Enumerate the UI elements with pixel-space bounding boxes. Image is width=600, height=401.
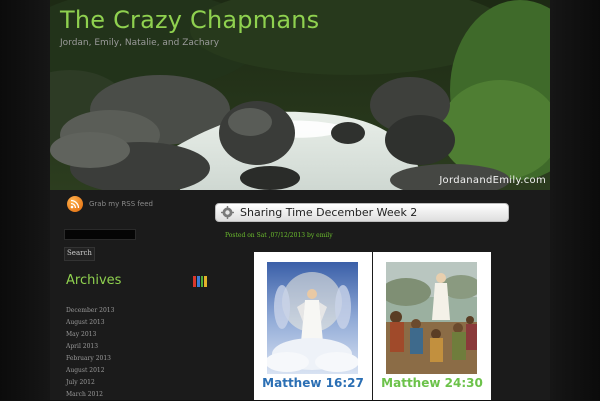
archive-link[interactable]: March 2012 (66, 389, 114, 401)
jesus-in-clouds-illustration (267, 262, 358, 374)
archive-link[interactable]: July 2012 (66, 377, 114, 389)
search-input[interactable] (64, 229, 136, 240)
post-date: Posted on Sat ,07/12/2013 by (225, 232, 315, 239)
post-title[interactable]: Sharing Time December Week 2 (240, 206, 417, 219)
search-button[interactable]: Search (64, 247, 95, 261)
archive-list: December 2013 August 2013 May 2013 April… (66, 305, 114, 401)
books-icon (193, 276, 207, 287)
scripture-card: Matthew 24:30 (373, 252, 491, 400)
post-gear-icon (221, 206, 234, 219)
photo-watermark: JordanandEmily.com (439, 175, 546, 186)
scripture-reference: Matthew 16:27 (262, 376, 364, 390)
jesus-with-crowd-illustration (386, 262, 477, 374)
scripture-card: Matthew 16:27 (254, 252, 372, 400)
rss-label: Grab my RSS feed (89, 200, 153, 208)
archive-link[interactable]: February 2013 (66, 353, 114, 365)
post-author-link[interactable]: emily (316, 232, 332, 239)
header-banner: The Crazy Chapmans Jordan, Emily, Natali… (50, 0, 550, 190)
page-margin-left (0, 0, 50, 400)
page-margin-right (550, 0, 600, 400)
post-title-bar: Sharing Time December Week 2 (215, 203, 509, 222)
post-meta: Posted on Sat ,07/12/2013 by emily (225, 232, 333, 239)
rss-feed-link[interactable]: Grab my RSS feed (67, 196, 153, 212)
archives-heading: Archives (66, 273, 122, 288)
site-title[interactable]: The Crazy Chapmans (60, 6, 319, 34)
archive-link[interactable]: August 2013 (66, 317, 114, 329)
archive-link[interactable]: May 2013 (66, 329, 114, 341)
archive-link[interactable]: April 2013 (66, 341, 114, 353)
archive-link[interactable]: December 2013 (66, 305, 114, 317)
rss-icon (67, 196, 83, 212)
site-tagline: Jordan, Emily, Natalie, and Zachary (60, 38, 220, 48)
scripture-reference: Matthew 24:30 (381, 376, 483, 390)
archive-link[interactable]: August 2012 (66, 365, 114, 377)
